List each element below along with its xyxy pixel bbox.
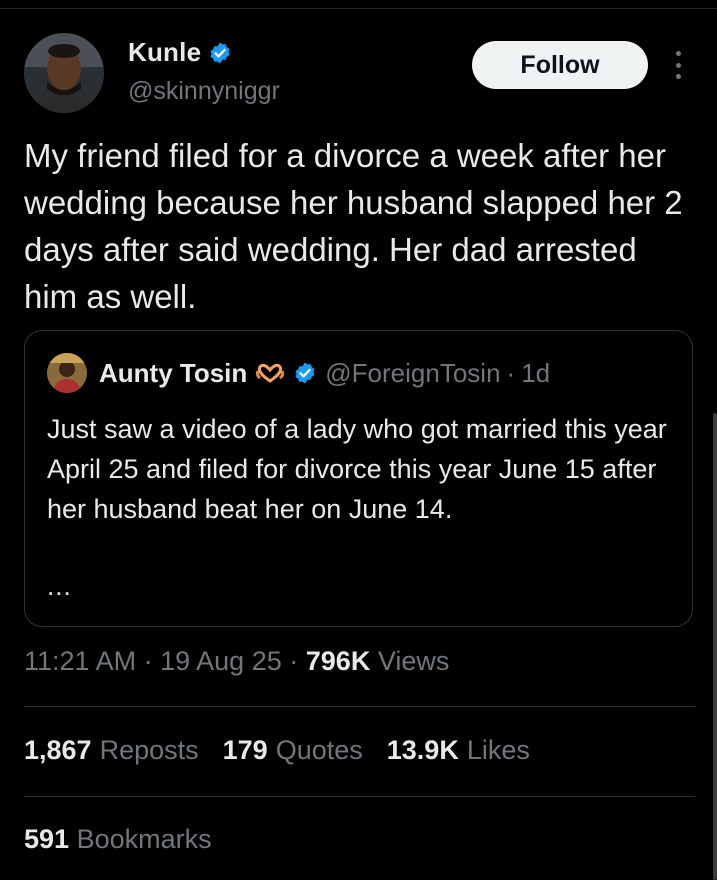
tweet-date[interactable]: 19 Aug 25: [160, 646, 282, 676]
tweet-meta: 11:21 AM · 19 Aug 25 · 796K Views: [24, 646, 449, 677]
scrollbar[interactable]: [713, 413, 717, 880]
tweet-time[interactable]: 11:21 AM: [24, 646, 136, 676]
quoted-tweet-text: Just saw a video of a lady who got marri…: [47, 414, 667, 524]
quoted-avatar-photo: [47, 353, 87, 393]
heart-hands-emoji-icon: [256, 363, 285, 383]
quoted-author-name: Aunty Tosin: [99, 357, 248, 388]
likes-count: 13.9K: [386, 735, 459, 765]
quoted-author-handle: @ForeignTosin: [325, 357, 501, 388]
author-avatar[interactable]: [24, 33, 104, 113]
reposts-label: Reposts: [99, 735, 199, 765]
more-vertical-icon[interactable]: [672, 51, 684, 79]
divider: [24, 796, 695, 797]
quotes-label: Quotes: [275, 735, 363, 765]
author-name[interactable]: Kunle: [128, 37, 201, 68]
meta-separator: ·: [143, 646, 153, 676]
quoted-author-avatar[interactable]: [47, 353, 87, 393]
likes-label: Likes: [466, 735, 530, 765]
author-name-row: Kunle: [128, 37, 232, 68]
bookmarks-count: 591: [24, 824, 70, 854]
likes-stat[interactable]: 13.9K Likes: [387, 735, 530, 766]
quoted-separator: ·: [506, 357, 516, 388]
views-count: 796K: [305, 646, 371, 676]
follow-button[interactable]: Follow: [472, 41, 648, 89]
verified-badge-icon: [295, 362, 315, 384]
reposts-count: 1,867: [24, 735, 92, 765]
views-label: Views: [377, 646, 450, 676]
reposts-stat[interactable]: 1,867 Reposts: [24, 735, 199, 766]
quoted-age: 1d: [521, 357, 551, 388]
verified-badge-icon: [210, 42, 230, 63]
quoted-tweet-header: Aunty Tosin @ForeignTosin · 1d: [47, 353, 551, 393]
author-handle[interactable]: @skinnyniggr: [128, 77, 280, 106]
top-divider: [0, 8, 717, 9]
divider: [24, 706, 695, 707]
bookmarks-label: Bookmarks: [76, 824, 212, 854]
avatar-photo: [24, 33, 104, 113]
tweet-text: My friend filed for a divorce a week aft…: [24, 137, 683, 315]
meta-separator: ·: [289, 646, 299, 676]
tweet-header: Kunle @skinnyniggr Follow: [24, 33, 695, 113]
quoted-tweet[interactable]: Aunty Tosin @ForeignTosin · 1d Just saw …: [24, 330, 693, 627]
quotes-stat[interactable]: 179 Quotes: [223, 735, 363, 766]
quotes-count: 179: [222, 735, 268, 765]
tweet-stats: 1,867 Reposts 179 Quotes 13.9K Likes: [24, 735, 530, 766]
bookmarks-stat[interactable]: 591 Bookmarks: [24, 824, 212, 855]
quoted-tweet-ellipsis: ...: [47, 571, 72, 601]
